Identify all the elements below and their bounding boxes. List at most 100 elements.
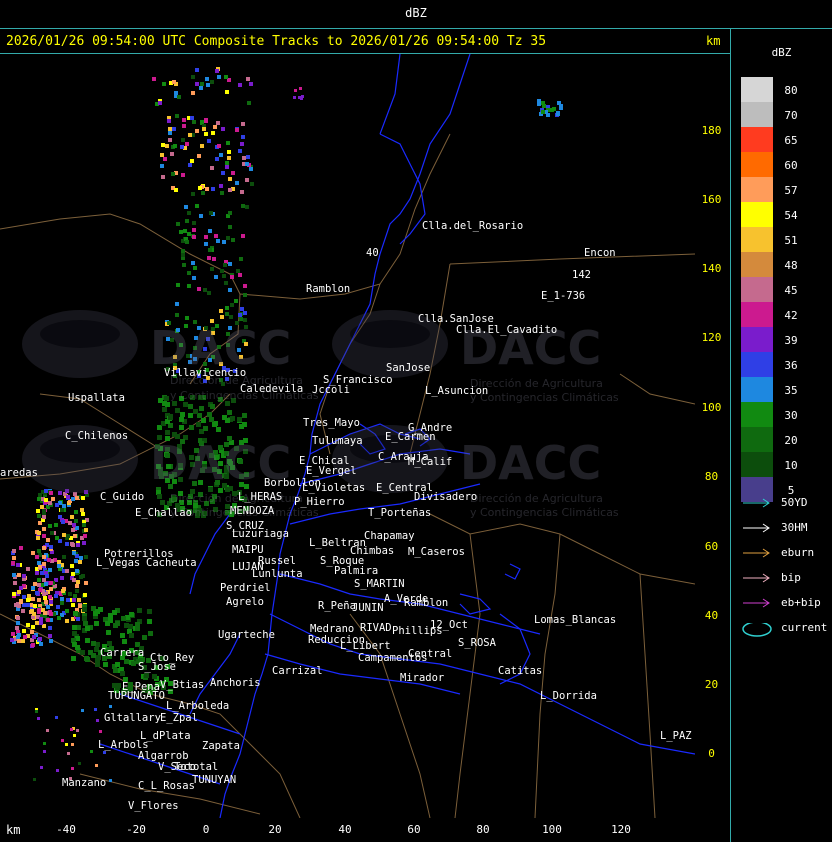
x-tick-label: 0 — [202, 823, 210, 836]
radar-echo-cell — [542, 104, 546, 108]
radar-echo-cell — [40, 766, 43, 769]
radar-echo-cell — [48, 626, 52, 630]
radar-echo-cell — [175, 313, 179, 317]
track-arrow-icon — [743, 548, 770, 558]
radar-echo-cell — [163, 157, 167, 161]
radar-echo-cell — [39, 617, 43, 621]
radar-echo-cell — [228, 177, 232, 181]
radar-echo-cell — [79, 556, 83, 560]
radar-echo-cell — [227, 156, 231, 160]
radar-echo-cell — [115, 621, 120, 626]
radar-echo-cell — [26, 603, 30, 607]
radar-echo-cell — [17, 573, 21, 577]
legend-swatch — [741, 152, 773, 177]
radar-echo-cell — [78, 762, 81, 765]
place-label: E_1-736 — [541, 290, 585, 302]
radar-echo-cell — [160, 164, 164, 168]
radar-echo-cell — [200, 82, 204, 86]
radar-echo-cell — [107, 641, 112, 646]
radar-echo-cell — [160, 500, 165, 505]
radar-echo-cell — [241, 122, 245, 126]
radar-echo-cell — [228, 211, 232, 215]
radar-echo-cell — [73, 611, 78, 616]
radar-echo-cell — [62, 555, 66, 559]
radar-echo-cell — [225, 161, 229, 165]
radar-echo-cell — [72, 642, 77, 647]
place-label: L_Arboleda — [166, 700, 229, 712]
legend-swatch — [741, 177, 773, 202]
radar-echo-cell — [71, 528, 75, 532]
radar-echo-cell — [185, 240, 189, 244]
radar-echo-cell — [204, 235, 208, 239]
place-label: L_Violetas — [302, 482, 365, 494]
radar-echo-cell — [212, 257, 216, 261]
radar-echo-cell — [65, 542, 69, 546]
radar-echo-cell — [21, 609, 25, 613]
radar-echo-cell — [54, 594, 58, 598]
radar-echo-cell — [94, 621, 99, 626]
track-legend-item: 30HM — [741, 521, 831, 535]
radar-echo-cell — [185, 142, 189, 146]
radar-echo-cell — [54, 523, 58, 527]
radar-echo-cell — [238, 313, 242, 317]
track-title: 2026/01/26 09:54:00 UTC Composite Tracks… — [6, 34, 547, 49]
place-label: Gltallary — [104, 712, 161, 724]
radar-echo-cell — [183, 402, 188, 407]
place-label: TUPUNGATO — [108, 690, 165, 702]
radar-echo-cell — [76, 543, 80, 547]
radar-echo-cell — [135, 626, 140, 631]
radar-echo-cell — [211, 187, 215, 191]
radar-echo-cell — [55, 536, 59, 540]
radar-echo-cell — [16, 621, 20, 625]
radar-echo-cell — [195, 82, 199, 86]
radar-echo-cell — [230, 416, 235, 421]
radar-echo-cell — [210, 404, 215, 409]
radar-echo-cell — [51, 497, 55, 501]
x-tick-label: 120 — [611, 823, 631, 836]
top-bar: dBZ — [0, 0, 832, 29]
radar-echo-cell — [210, 166, 214, 170]
radar-echo-cell — [49, 639, 53, 643]
radar-echo-cell — [231, 238, 235, 242]
radar-echo-cell — [45, 574, 49, 578]
x-tick-label: 100 — [542, 823, 562, 836]
radar-echo-cell — [68, 592, 72, 596]
place-label: S_ROSA — [458, 637, 497, 649]
radar-echo-cell — [74, 559, 78, 563]
place-label: Tulumaya — [312, 435, 363, 447]
radar-echo-cell — [58, 491, 62, 495]
field-name: dBZ — [405, 6, 427, 20]
radar-echo-cell — [57, 560, 61, 564]
track-arrow-icon — [743, 573, 770, 583]
radar-echo-cell — [225, 306, 229, 310]
radar-echo-cell — [175, 302, 179, 306]
radar-echo-cell — [71, 656, 76, 661]
radar-echo-cell — [250, 182, 254, 186]
radar-echo-cell — [181, 138, 185, 142]
radar-map[interactable]: DACC Dirección de Agricultura y Continge… — [0, 54, 695, 818]
legend-swatch — [741, 127, 773, 152]
legend-swatch — [741, 402, 773, 427]
radar-echo-cell — [152, 674, 157, 679]
radar-echo-cell — [48, 595, 52, 599]
radar-echo-cell — [82, 607, 87, 612]
radar-echo-cell — [65, 609, 69, 613]
place-label: C_Guido — [100, 491, 144, 503]
radar-echo-cell — [228, 188, 232, 192]
radar-echo-cell — [70, 515, 74, 519]
place-label: V_Btias — [160, 679, 204, 691]
radar-echo-cell — [191, 75, 195, 79]
radar-echo-cell — [230, 303, 234, 307]
place-label: Lomas_Blancas — [534, 614, 616, 626]
radar-echo-cell — [203, 288, 207, 292]
radar-echo-cell — [44, 600, 48, 604]
radar-echo-cell — [42, 515, 46, 519]
legend-swatch — [741, 427, 773, 452]
radar-echo-cell — [168, 127, 172, 131]
radar-echo-cell — [37, 578, 41, 582]
radar-echo-cell — [66, 495, 70, 499]
radar-echo-cell — [223, 263, 227, 267]
radar-echo-cell — [81, 709, 84, 712]
radar-echo-cell — [14, 603, 18, 607]
radar-echo-cell — [172, 127, 176, 131]
